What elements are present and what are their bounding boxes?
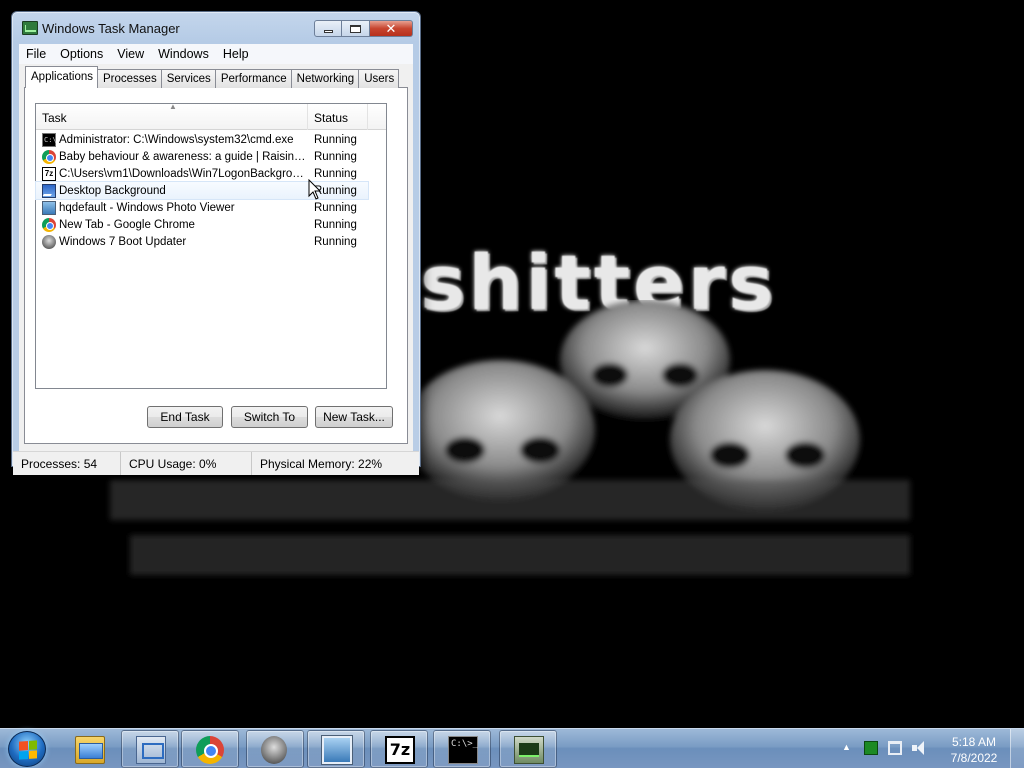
window-client-area: File Options View Windows Help Applicati… <box>13 44 419 475</box>
clock[interactable]: 5:18 AM 7/8/2022 <box>944 734 1004 766</box>
desktop-background-icon <box>42 183 56 198</box>
table-row[interactable]: C:\ Administrator: C:\Windows\system32\c… <box>36 131 386 148</box>
task-manager-icon <box>514 736 544 764</box>
status-processes: Processes: 54 <box>13 452 121 475</box>
close-icon: ✕ <box>385 20 397 36</box>
7zip-icon: 7z <box>42 166 56 181</box>
task-name: Windows 7 Boot Updater <box>59 235 187 248</box>
task-name: Baby behaviour & awareness: a guide | Ra… <box>59 150 308 163</box>
column-header-status[interactable]: Status <box>308 104 368 130</box>
taskbar-task-manager-button[interactable] <box>499 730 557 768</box>
system-tray: ▲ 5:18 AM 7/8/2022 <box>830 729 1024 768</box>
clock-date: 7/8/2022 <box>950 751 998 765</box>
photo-viewer-icon <box>42 200 56 215</box>
menu-help[interactable]: Help <box>216 44 256 64</box>
menu-options[interactable]: Options <box>53 44 110 64</box>
clock-time: 5:18 AM <box>951 735 997 749</box>
cmd-icon: C:\ <box>42 132 57 147</box>
network-icon[interactable] <box>888 741 902 755</box>
show-desktop-button[interactable] <box>1010 729 1024 768</box>
taskbar-explorer-button[interactable] <box>60 730 118 768</box>
task-status: Running <box>314 201 357 214</box>
cmd-icon: C:\>_ <box>448 736 478 764</box>
tab-processes[interactable]: Processes <box>97 69 162 88</box>
chrome-icon <box>42 149 56 164</box>
task-name: New Tab - Google Chrome <box>59 218 195 231</box>
status-bar: Processes: 54 CPU Usage: 0% Physical Mem… <box>13 451 419 475</box>
applications-list[interactable]: ▲ Task Status C:\ Administrator: C:\Wind… <box>35 102 387 389</box>
boot-updater-icon <box>261 736 287 764</box>
maximize-icon <box>350 24 361 33</box>
minimize-button[interactable] <box>314 20 342 37</box>
table-row[interactable]: hqdefault - Windows Photo Viewer Running <box>36 199 386 216</box>
task-name: hqdefault - Windows Photo Viewer <box>59 201 235 214</box>
chrome-icon <box>42 217 56 232</box>
status-cpu-usage: CPU Usage: 0% <box>121 452 252 475</box>
taskbar-7zip-button[interactable]: 7z <box>370 730 428 768</box>
end-task-button[interactable]: End Task <box>147 406 223 428</box>
table-row[interactable]: Windows 7 Boot Updater Running <box>36 233 386 250</box>
taskbar-task-manager-pinned-button[interactable] <box>121 730 179 768</box>
close-button[interactable]: ✕ <box>370 20 413 37</box>
chrome-icon <box>196 736 224 764</box>
column-task-label: Task <box>42 111 67 125</box>
table-row[interactable]: Baby behaviour & awareness: a guide | Ra… <box>36 148 386 165</box>
new-task-button[interactable]: New Task... <box>315 406 393 428</box>
tab-services[interactable]: Services <box>160 69 216 88</box>
maximize-button[interactable] <box>342 20 370 37</box>
tab-users[interactable]: Users <box>358 69 400 88</box>
menu-bar: File Options View Windows Help <box>19 44 413 64</box>
mouse-cursor-icon <box>308 179 322 200</box>
task-name: Administrator: C:\Windows\system32\cmd.e… <box>59 133 294 146</box>
minimize-icon <box>323 30 333 33</box>
taskbar-boot-updater-button[interactable] <box>246 730 304 768</box>
task-manager-icon <box>22 21 38 35</box>
task-status: Running <box>314 150 357 163</box>
table-row[interactable]: 7z C:\Users\vm1\Downloads\Win7LogonBackg… <box>36 165 386 182</box>
list-header: ▲ Task Status <box>36 102 386 130</box>
title-bar[interactable]: Windows Task Manager ✕ <box>12 12 420 44</box>
table-row[interactable]: New Tab - Google Chrome Running <box>36 216 386 233</box>
boot-updater-icon <box>42 234 56 249</box>
tab-applications[interactable]: Applications <box>25 66 99 88</box>
7zip-icon: 7z <box>385 736 415 764</box>
tab-strip: Applications Processes Services Performa… <box>25 66 400 88</box>
sort-arrow-icon: ▲ <box>169 102 177 111</box>
menu-view[interactable]: View <box>110 44 151 64</box>
task-status: Running <box>314 133 357 146</box>
list-rows: C:\ Administrator: C:\Windows\system32\c… <box>35 131 386 250</box>
show-hidden-icons-icon[interactable]: ▲ <box>842 742 851 752</box>
window-title: Windows Task Manager <box>42 21 180 36</box>
taskbar-cmd-button[interactable]: C:\>_ <box>433 730 491 768</box>
tab-performance[interactable]: Performance <box>214 69 292 88</box>
start-button[interactable] <box>8 731 46 767</box>
explorer-icon <box>75 736 105 764</box>
task-status: Running <box>314 235 357 248</box>
action-buttons: End Task Switch To New Task... <box>19 406 413 430</box>
column-header-task[interactable]: ▲ Task <box>36 102 308 130</box>
taskbar-chrome-button[interactable] <box>181 730 239 768</box>
task-name: Desktop Background <box>59 184 166 197</box>
green-status-icon[interactable] <box>864 741 878 755</box>
menu-file[interactable]: File <box>19 44 53 64</box>
column-status-label: Status <box>314 111 349 125</box>
task-manager-small-icon <box>136 736 166 764</box>
menu-windows[interactable]: Windows <box>151 44 216 64</box>
task-name: C:\Users\vm1\Downloads\Win7LogonBackgrou… <box>59 167 308 180</box>
taskbar-photo-viewer-button[interactable] <box>307 730 365 768</box>
volume-icon[interactable] <box>912 741 926 755</box>
caption-buttons: ✕ <box>314 20 413 37</box>
task-manager-window: Windows Task Manager ✕ File Options View… <box>11 11 421 475</box>
windows-logo-icon <box>19 740 37 760</box>
photo-viewer-icon <box>322 736 352 764</box>
taskbar: 7z C:\>_ ▲ 5:18 AM 7/8/2022 <box>0 728 1024 768</box>
status-physical-memory: Physical Memory: 22% <box>260 457 383 471</box>
task-status: Running <box>314 167 357 180</box>
switch-to-button[interactable]: Switch To <box>231 406 308 428</box>
task-status: Running <box>314 218 357 231</box>
tab-networking[interactable]: Networking <box>290 69 360 88</box>
